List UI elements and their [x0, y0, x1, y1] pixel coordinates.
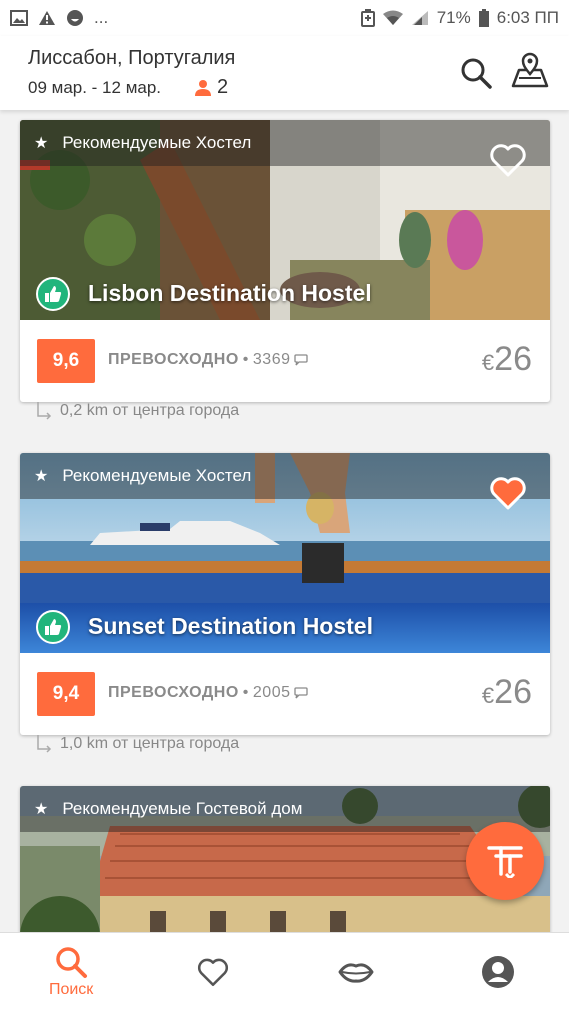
person-icon [195, 79, 211, 96]
bullet: • [242, 351, 249, 368]
battery-icon [478, 9, 489, 27]
distance-info: 0,2 km от центра города [36, 402, 239, 420]
nav-search[interactable]: Поиск [0, 933, 142, 1011]
price: € 26 [482, 340, 532, 379]
heart-outline-icon[interactable] [488, 140, 528, 180]
search-icon[interactable] [459, 56, 493, 90]
image-icon [10, 10, 28, 26]
distance-text: 1,0 km от центра города [60, 735, 240, 752]
warning-icon [39, 11, 55, 25]
review-count: 2005 [252, 684, 291, 701]
thumbs-up-icon [45, 619, 62, 635]
nav-search-label: Поиск [48, 981, 94, 998]
bullet: • [242, 684, 249, 701]
heart-filled-icon[interactable] [488, 473, 528, 513]
listing-photo[interactable]: ★ Рекомендуемые Хостел Lisbon Destinatio… [20, 120, 550, 320]
price-amount: 26 [494, 673, 532, 711]
more-indicator: ... [94, 8, 109, 27]
listing-info[interactable]: 9,4 ПРЕВОСХОДНО • 2005 € 26 [20, 653, 550, 735]
thumbs-up-badge [36, 610, 70, 644]
lips-icon [338, 963, 374, 983]
distance-info: 1,0 km от центра города [36, 735, 239, 753]
arrow-turn-icon [37, 402, 52, 420]
destination-title[interactable]: Лиссабон, Португалия [28, 47, 235, 70]
guest-count[interactable]: 2 [195, 76, 228, 99]
battery-percent: 71% [436, 8, 471, 27]
listing-card[interactable]: ★ Рекомендуемые Хостел Sunset Destinatio… [20, 453, 550, 735]
smiley-icon [67, 10, 83, 26]
map-icon[interactable] [510, 50, 550, 90]
account-icon [481, 956, 514, 988]
recommended-banner: ★ Рекомендуемые Гостевой дом [20, 786, 550, 832]
search-icon [56, 947, 88, 978]
listings-feed[interactable]: ★ Рекомендуемые Хостел Lisbon Destinatio… [0, 112, 569, 932]
star-icon: ★ [34, 468, 49, 485]
star-icon: ★ [34, 135, 49, 152]
wifi-icon [382, 10, 403, 25]
price-amount: 26 [494, 340, 532, 378]
thumbs-up-icon [45, 286, 62, 302]
rating-summary: ПРЕВОСХОДНО • 2005 [108, 684, 309, 702]
bottom-navigation: Поиск [0, 932, 569, 1011]
recommended-banner: ★ Рекомендуемые Хостел [20, 120, 550, 166]
filter-icon [487, 846, 523, 878]
nav-inbox[interactable] [285, 933, 427, 1011]
recommended-label: Рекомендуемые Гостевой дом [62, 799, 303, 818]
hostel-name[interactable]: Sunset Destination Hostel [88, 613, 373, 640]
rating-summary: ПРЕВОСХОДНО • 3369 [108, 351, 309, 369]
listing-photo[interactable]: ★ Рекомендуемые Хостел Sunset Destinatio… [20, 453, 550, 653]
score-badge: 9,4 [37, 672, 95, 716]
recommended-banner: ★ Рекомендуемые Хостел [20, 453, 550, 499]
heart-icon [198, 958, 229, 987]
rating-label: ПРЕВОСХОДНО [108, 684, 239, 701]
listing-info[interactable]: 9,6 ПРЕВОСХОДНО • 3369 € 26 [20, 320, 550, 402]
clock: 6:03 ПП [496, 8, 559, 27]
guest-count-value: 2 [217, 76, 229, 98]
signal-icon [411, 11, 428, 25]
status-bar: ... 71% 6:03 ПП [0, 0, 569, 36]
search-header[interactable]: Лиссабон, Португалия 09 мар. - 12 мар. 2 [0, 36, 569, 110]
currency-symbol: € [481, 350, 495, 375]
filter-sort-button[interactable] [466, 822, 544, 900]
score-badge: 9,6 [37, 339, 95, 383]
currency-symbol: € [481, 683, 495, 708]
date-range[interactable]: 09 мар. - 12 мар. [28, 78, 161, 98]
distance-text: 0,2 km от центра города [60, 402, 240, 419]
comment-icon [294, 354, 309, 366]
star-icon: ★ [34, 801, 49, 818]
nav-profile[interactable] [427, 933, 569, 1011]
arrow-turn-icon [37, 735, 52, 753]
hostel-name[interactable]: Lisbon Destination Hostel [88, 280, 372, 307]
comment-icon [294, 687, 309, 699]
listing-card[interactable]: ★ Рекомендуемые Хостел Lisbon Destinatio… [20, 120, 550, 402]
price: € 26 [482, 673, 532, 712]
rating-label: ПРЕВОСХОДНО [108, 351, 239, 368]
nav-favorites[interactable] [142, 933, 284, 1011]
review-count: 3369 [252, 351, 291, 368]
recommended-label: Рекомендуемые Хостел [62, 466, 252, 485]
recommended-label: Рекомендуемые Хостел [62, 133, 252, 152]
data-saver-icon [360, 9, 375, 27]
thumbs-up-badge [36, 277, 70, 311]
